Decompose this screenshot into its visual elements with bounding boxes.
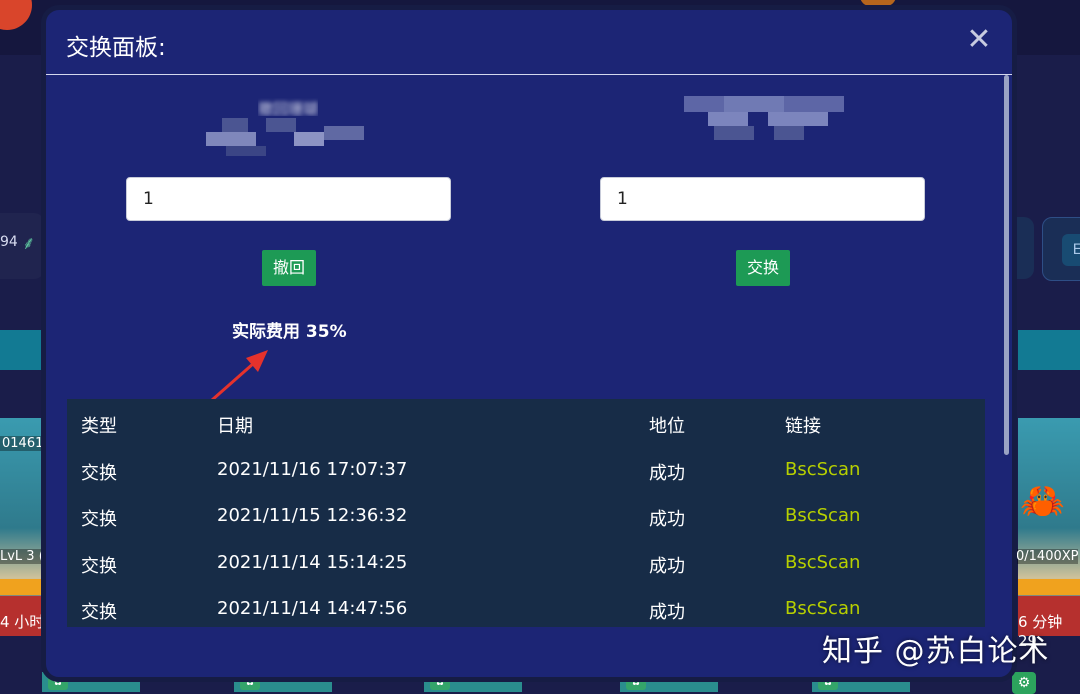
table-cell-status: 成功: [649, 556, 685, 577]
table-cell-date: 2021/11/14 15:14:25: [217, 552, 408, 573]
table-cell-status: 成功: [649, 463, 685, 484]
bscscan-link[interactable]: BscScan: [785, 552, 860, 573]
table-header-status: 地位: [649, 416, 685, 437]
bscscan-link[interactable]: BscScan: [785, 459, 860, 480]
table-cell-date: 2021/11/15 12:36:32: [217, 505, 408, 526]
background-card-level: LvL 3 (: [0, 549, 44, 564]
table-cell-type: 交换: [81, 602, 117, 623]
background-left-stat: 94: [0, 234, 18, 250]
table-cell-date: 2021/11/14 14:47:56: [217, 598, 408, 619]
table-cell-type: 交换: [81, 556, 117, 577]
background-stripe-left: [0, 330, 42, 370]
background-timer-left-text: 4 小时: [0, 613, 45, 631]
table-cell-status: 成功: [649, 602, 685, 623]
settings-gear-icon[interactable]: ⚙: [1012, 672, 1036, 694]
table-cell-status: 成功: [649, 509, 685, 530]
table-cell-date: 2021/11/16 17:07:37: [217, 459, 408, 480]
background-xp-bar-left: [0, 579, 42, 595]
bscscan-link[interactable]: BscScan: [785, 598, 860, 619]
table-cell-type: 交换: [81, 509, 117, 530]
background-card-xp: 0/1400XP: [1016, 549, 1079, 564]
coral-icon: ⸙: [22, 233, 36, 254]
table-cell-type: 交换: [81, 463, 117, 484]
background-right-button[interactable]: E: [1062, 234, 1080, 266]
bscscan-link[interactable]: BscScan: [785, 505, 860, 526]
crab-icon: 🦀: [1020, 481, 1065, 522]
zhihu-watermark: 知乎 @苏白论术: [822, 634, 1050, 669]
background-stripe-right: [1018, 330, 1080, 370]
swap-history-table: 类型 日期 地位 链接 交换 2021/11/16 17:07:37 成功 Bs…: [67, 399, 985, 627]
table-header-date: 日期: [217, 416, 253, 437]
swap-panel-dialog: 交换面板: ✕ 撤回珊瑚 1 1 撤回 交换 实际费用 35% 类型 日期 地位…: [41, 5, 1017, 682]
table-header-type: 类型: [81, 416, 117, 437]
table-header-link: 链接: [785, 416, 821, 437]
background-xp-bar-right: [1018, 579, 1080, 595]
